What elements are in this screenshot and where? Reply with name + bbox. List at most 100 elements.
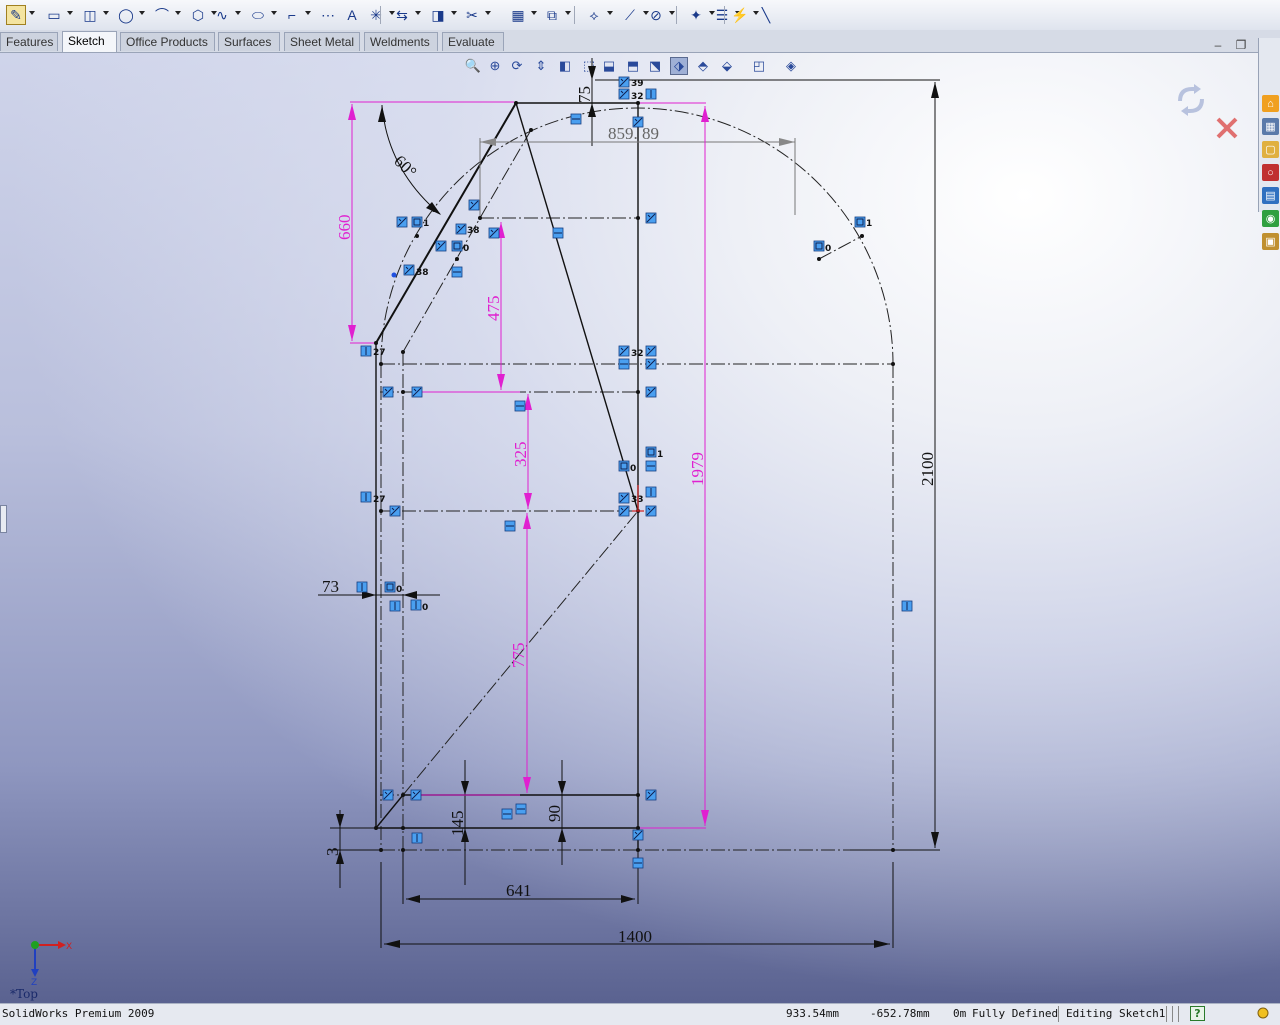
sketch-point[interactable] bbox=[374, 826, 378, 830]
offset-icon[interactable]: ◨ bbox=[428, 5, 448, 25]
minimize-icon[interactable]: – bbox=[1210, 38, 1226, 52]
horizontal-relation-icon[interactable] bbox=[570, 113, 582, 125]
fix-relation-icon[interactable] bbox=[854, 216, 866, 228]
coincident-relation-icon[interactable] bbox=[382, 386, 394, 398]
coincident-relation-icon[interactable] bbox=[488, 227, 500, 239]
coincident-relation-icon[interactable] bbox=[645, 358, 657, 370]
search-icon[interactable]: ○ bbox=[1262, 164, 1279, 181]
horizontal-relation-icon[interactable] bbox=[504, 520, 516, 532]
spline-icon[interactable]: ∿ bbox=[212, 5, 232, 25]
fix-relation-icon[interactable] bbox=[618, 460, 630, 472]
coincident-relation-icon[interactable] bbox=[382, 789, 394, 801]
smart-dimension-icon[interactable]: ⟡ bbox=[584, 5, 604, 25]
horizontal-relation-icon[interactable] bbox=[501, 808, 513, 820]
view-palette-icon[interactable]: ▤ bbox=[1262, 187, 1279, 204]
dropdown-arrow-icon[interactable] bbox=[139, 11, 145, 15]
sketch-point[interactable] bbox=[455, 257, 459, 261]
coincident-relation-icon[interactable] bbox=[411, 386, 423, 398]
coincident-relation-icon[interactable] bbox=[632, 829, 644, 841]
coincident-relation-icon[interactable] bbox=[618, 76, 630, 88]
horizontal-relation-icon[interactable] bbox=[645, 460, 657, 472]
vertical-relation-icon[interactable] bbox=[645, 88, 657, 100]
coincident-relation-icon[interactable] bbox=[645, 505, 657, 517]
dim-1979[interactable]: 1979 bbox=[688, 452, 707, 486]
coincident-relation-icon[interactable] bbox=[618, 88, 630, 100]
rapid-sketch-icon[interactable]: ⚡ bbox=[730, 5, 750, 25]
dim-145[interactable]: 145 bbox=[448, 811, 467, 837]
help-icon[interactable]: ? bbox=[1190, 1006, 1205, 1021]
dropdown-arrow-icon[interactable] bbox=[531, 11, 537, 15]
dropdown-arrow-icon[interactable] bbox=[565, 11, 571, 15]
sketch-point[interactable] bbox=[379, 509, 383, 513]
display-relations-icon[interactable]: ⊘ bbox=[646, 5, 666, 25]
rebuild-icon[interactable] bbox=[1256, 1006, 1270, 1020]
sketch-point[interactable] bbox=[401, 848, 405, 852]
horizontal-relation-icon[interactable] bbox=[632, 857, 644, 869]
sketch-canvas[interactable]: 60° 660 75 859. 89 475 325 1979 2100 73 … bbox=[0, 53, 1280, 1003]
mirror-icon[interactable]: ⇆ bbox=[392, 5, 412, 25]
sketch-point[interactable] bbox=[860, 234, 864, 238]
dropdown-arrow-icon[interactable] bbox=[67, 11, 73, 15]
pattern-icon[interactable]: ▦ bbox=[508, 5, 528, 25]
dropdown-arrow-icon[interactable] bbox=[175, 11, 181, 15]
horizontal-relation-icon[interactable] bbox=[552, 227, 564, 239]
file-explorer-icon[interactable]: ▢ bbox=[1262, 141, 1279, 158]
dim-660[interactable]: 660 bbox=[335, 215, 354, 241]
horizontal-relation-icon[interactable] bbox=[514, 400, 526, 412]
sketch-point[interactable] bbox=[379, 848, 383, 852]
sketch-point[interactable] bbox=[374, 341, 378, 345]
vertical-relation-icon[interactable] bbox=[411, 832, 423, 844]
sketch-point[interactable] bbox=[514, 101, 518, 105]
horizontal-relation-icon[interactable] bbox=[451, 266, 463, 278]
fix-relation-icon[interactable] bbox=[384, 581, 396, 593]
coincident-relation-icon[interactable] bbox=[645, 212, 657, 224]
sketch-point[interactable] bbox=[817, 257, 821, 261]
sketch-point[interactable] bbox=[379, 362, 383, 366]
dim-775[interactable]: 775 bbox=[509, 643, 528, 669]
design-library-icon[interactable]: ▦ bbox=[1262, 118, 1279, 135]
coincident-relation-icon[interactable] bbox=[396, 216, 408, 228]
coincident-relation-icon[interactable] bbox=[645, 789, 657, 801]
coincident-relation-icon[interactable] bbox=[403, 264, 415, 276]
appearances-icon[interactable]: ◉ bbox=[1262, 210, 1279, 227]
fillet-icon[interactable]: ⌐ bbox=[282, 5, 302, 25]
dim-475[interactable]: 475 bbox=[484, 296, 503, 322]
tab-weldments[interactable]: Weldments bbox=[364, 32, 438, 51]
dim-1400[interactable]: 1400 bbox=[618, 927, 652, 946]
sketch-point[interactable] bbox=[401, 350, 405, 354]
dim-325[interactable]: 325 bbox=[511, 442, 530, 468]
sketch-point[interactable] bbox=[529, 128, 533, 132]
custom-properties-icon[interactable]: ▣ bbox=[1262, 233, 1279, 250]
coincident-relation-icon[interactable] bbox=[618, 345, 630, 357]
sketch-point[interactable] bbox=[401, 390, 405, 394]
coincident-relation-icon[interactable] bbox=[645, 386, 657, 398]
line-icon[interactable]: ╲ bbox=[756, 5, 776, 25]
coincident-relation-icon[interactable] bbox=[645, 345, 657, 357]
home-icon[interactable]: ⌂ bbox=[1262, 95, 1279, 112]
coincident-relation-icon[interactable] bbox=[455, 223, 467, 235]
coincident-relation-icon[interactable] bbox=[435, 240, 447, 252]
polygon-icon[interactable]: ⬡ bbox=[188, 5, 208, 25]
fix-relation-icon[interactable] bbox=[645, 446, 657, 458]
tab-surfaces[interactable]: Surfaces bbox=[218, 32, 280, 51]
selected-point[interactable] bbox=[391, 272, 397, 278]
sketch-point[interactable] bbox=[636, 848, 640, 852]
point-icon[interactable]: ✳ bbox=[366, 5, 386, 25]
coincident-relation-icon[interactable] bbox=[632, 116, 644, 128]
tab-sheet-metal[interactable]: Sheet Metal bbox=[284, 32, 360, 51]
sketch-point[interactable] bbox=[636, 390, 640, 394]
sketch-point[interactable] bbox=[636, 793, 640, 797]
ellipse-icon[interactable]: ⬭ bbox=[248, 5, 268, 25]
tab-evaluate[interactable]: Evaluate bbox=[442, 32, 504, 51]
fix-relation-icon[interactable] bbox=[813, 240, 825, 252]
vertical-relation-icon[interactable] bbox=[901, 600, 913, 612]
trim-icon[interactable]: ✂ bbox=[462, 5, 482, 25]
dropdown-arrow-icon[interactable] bbox=[271, 11, 277, 15]
tab-office-products[interactable]: Office Products bbox=[120, 32, 215, 51]
sketch-point[interactable] bbox=[636, 826, 640, 830]
restore-icon[interactable]: ❐ bbox=[1233, 38, 1249, 52]
coincident-relation-icon[interactable] bbox=[410, 789, 422, 801]
dim-2100[interactable]: 2100 bbox=[918, 452, 937, 486]
vertical-relation-icon[interactable] bbox=[360, 491, 372, 503]
sketch-icon[interactable]: ✎ bbox=[6, 5, 26, 25]
